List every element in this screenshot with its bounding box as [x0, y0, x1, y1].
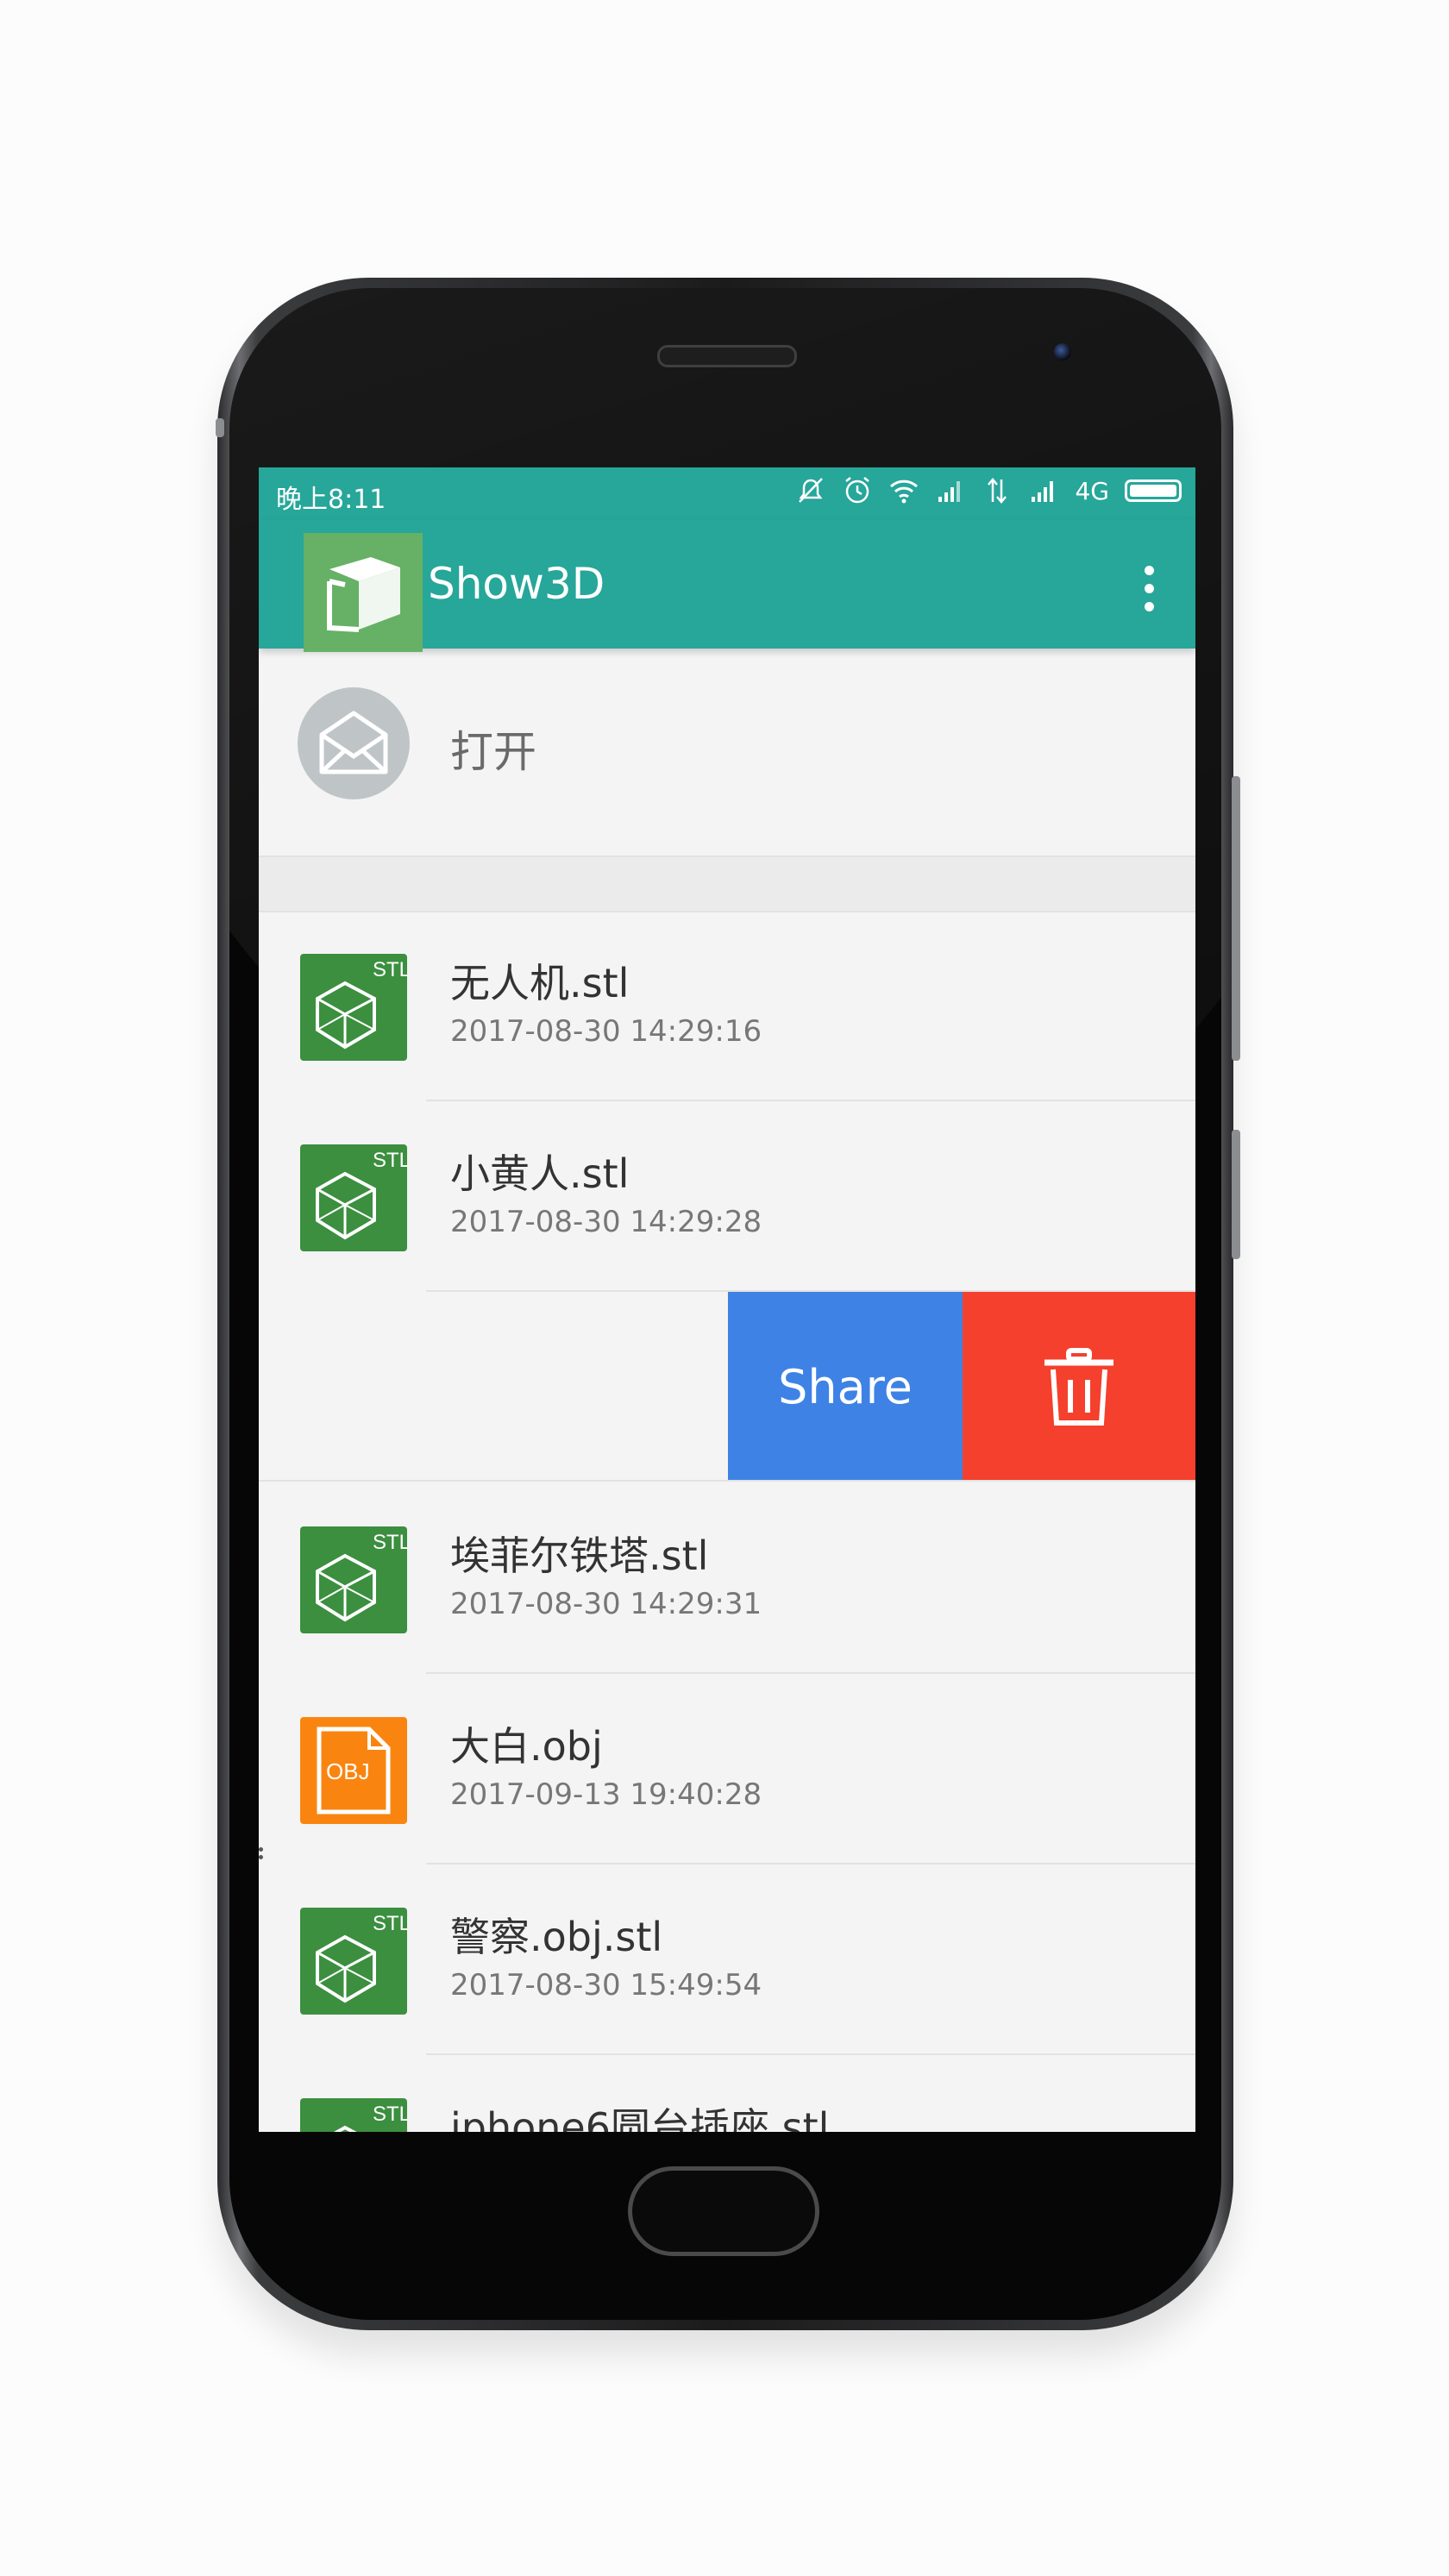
open-file-row[interactable]: 打开 [259, 649, 1195, 837]
list-item[interactable]: STL 无人机.stl 2017-08-30 14:29:16 [259, 911, 1195, 1101]
stl-file-icon: STL [300, 1144, 407, 1251]
file-date: 2017-08-30 15:49:54 [450, 1968, 762, 2003]
signal-icon [938, 481, 961, 502]
open-label: 打开 [450, 727, 536, 777]
share-button[interactable]: Share [728, 1292, 963, 1482]
stl-file-icon: STL [300, 2098, 407, 2132]
file-date: 2017-08-30 14:29:31 [450, 1587, 762, 1621]
front-camera [1054, 343, 1071, 360]
list-item[interactable]: STL 埃菲尔铁塔.stl 2017-08-30 14:29:31 [259, 1483, 1195, 1674]
obj-file-icon: OBJ [300, 1717, 407, 1824]
battery-icon [1125, 479, 1182, 502]
left-side-notch [216, 418, 224, 437]
svg-text:OBJ: OBJ [326, 1758, 370, 1784]
status-icons: 4G [795, 476, 1182, 505]
file-name: iphone6圆台插座.stl [450, 2104, 830, 2132]
file-date: 2017-09-13 19:40:28 [450, 1777, 762, 1812]
wifi-icon [890, 479, 919, 504]
file-name: 埃菲尔铁塔.stl [450, 1532, 709, 1579]
status-bar: 晚上8:11 4G [259, 467, 1195, 519]
file-date: 2017-08-30 14:29:28 [450, 1205, 762, 1239]
delete-button[interactable] [963, 1292, 1195, 1482]
svg-text:STL: STL [373, 1149, 407, 1172]
list-item[interactable]: STL 警察.obj.stl 2017-08-30 15:49:54 [259, 1865, 1195, 2055]
swiped-list-item[interactable]: Share [259, 1292, 1195, 1482]
home-button[interactable] [628, 2166, 819, 2256]
alarm-icon [845, 477, 870, 504]
earpiece-speaker [657, 345, 797, 367]
file-name: 警察.obj.stl [450, 1914, 663, 1960]
file-name: 小黄人.stl [450, 1150, 630, 1197]
svg-text:STL: STL [373, 1912, 407, 1935]
open-icon-circle [298, 687, 410, 799]
power-button [1232, 1130, 1240, 1259]
file-name: 无人机.stl [450, 960, 630, 1006]
list-item[interactable]: OBJ 大白.obj 2017-09-13 19:40:28 [259, 1674, 1195, 1865]
stl-file-icon: STL [300, 1526, 407, 1633]
app-screen: 晚上8:11 4G Show3D 打开 STL 无人机.stl 2017-08-… [259, 467, 1195, 2132]
envelope-icon [319, 711, 388, 774]
stl-file-icon: STL [300, 1908, 407, 2015]
signal-icon [1032, 481, 1054, 502]
svg-text:STL: STL [373, 1531, 407, 1554]
list-item[interactable]: STL 小黄人.stl 2017-08-30 14:29:28 [259, 1101, 1195, 1292]
app-logo[interactable] [304, 533, 423, 652]
trash-icon [1044, 1348, 1113, 1426]
status-time: 晚上8:11 [276, 485, 386, 515]
svg-text:STL: STL [373, 2103, 407, 2126]
file-date: 2017-08-30 14:29:16 [450, 1014, 762, 1049]
volume-button [1232, 776, 1240, 1061]
more-vert-icon[interactable] [1142, 566, 1156, 617]
app-title: Show3D [428, 559, 605, 609]
svg-text:STL: STL [373, 958, 407, 981]
app-toolbar: Show3D [259, 519, 1195, 652]
section-divider [259, 856, 1195, 912]
data-arrows-icon [988, 478, 1007, 504]
network-type: 4G [1075, 476, 1109, 505]
row-divider [259, 1480, 1195, 1482]
drawer-edge-handle[interactable] [259, 1847, 264, 1865]
stl-file-icon: STL [300, 954, 407, 1061]
silent-bell-icon [799, 478, 824, 503]
list-item[interactable]: STL iphone6圆台插座.stl [259, 2055, 1195, 2132]
file-name: 大白.obj [450, 1723, 603, 1770]
cube-icon [327, 557, 400, 632]
